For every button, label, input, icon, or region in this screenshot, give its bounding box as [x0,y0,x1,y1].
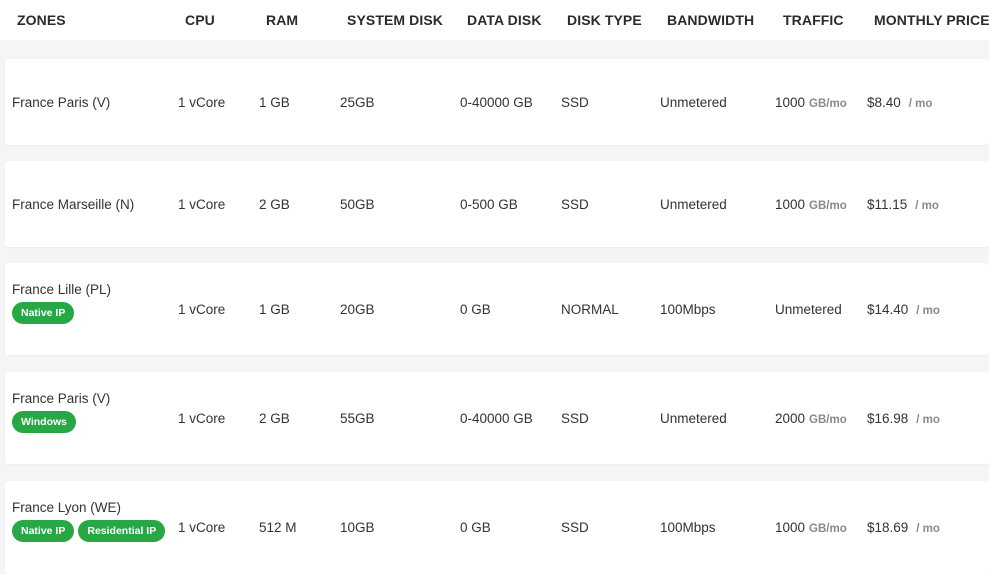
data-disk-cell: 0 GB [460,302,491,317]
ram-cell: 1 GB [259,302,290,317]
cpu-cell: 1 vCore [178,197,226,212]
header-bandwidth: BANDWIDTH [667,12,755,28]
badge-group: Native IP Residential IP [12,520,166,542]
zone-cell: France Lyon (WE) Native IP Residential I… [12,500,166,542]
traffic-value: 1000 [775,95,806,110]
residential-ip-badge: Residential IP [78,520,166,542]
ram-cell: 2 GB [259,411,290,426]
price-cell: $14.40 / mo [867,302,940,317]
traffic-value: 2000 [775,411,806,426]
header-monthly-price: MONTHLY PRICE [874,12,989,28]
native-ip-badge: Native IP [12,520,75,542]
header-system-disk: SYSTEM DISK [347,12,444,28]
traffic-cell: 1000 GB/mo [775,95,847,110]
price-value: $16.98 [867,411,909,426]
price-cell: $11.15 / mo [867,197,939,212]
system-disk-cell: 55GB [340,411,375,426]
zone-cell: France Lille (PL) Native IP [12,282,111,324]
disk-type-cell: SSD [561,95,589,110]
disk-type-cell: NORMAL [561,302,619,317]
price-value: $11.15 [867,197,908,212]
zone-name: France Paris (V) [12,95,111,110]
traffic-value: 1000 [775,520,806,535]
price-value: $14.40 [867,302,909,317]
windows-badge: Windows [12,411,76,433]
traffic-value: 1000 [775,197,806,212]
traffic-unit: GB/mo [809,523,847,535]
table-row[interactable]: France Marseille (N) 1 vCore 2 GB 50GB 0… [5,161,989,247]
table-row[interactable]: France Paris (V) 1 vCore 1 GB 25GB 0-400… [5,59,989,145]
zone-name: France Lyon (WE) [12,500,122,515]
traffic-unit: GB/mo [809,98,847,110]
price-unit: / mo [908,98,933,110]
system-disk-cell: 25GB [340,95,375,110]
bandwidth-cell: 100Mbps [660,302,716,317]
zone-name: France Marseille (N) [12,197,135,212]
traffic-cell: 1000 GB/mo [775,520,847,535]
cpu-cell: 1 vCore [178,520,226,535]
system-disk-cell: 20GB [340,302,375,317]
ram-cell: 2 GB [259,197,290,212]
system-disk-cell: 10GB [340,520,375,535]
traffic-cell: Unmetered [775,302,842,317]
data-disk-cell: 0-40000 GB [460,95,533,110]
disk-type-cell: SSD [561,411,589,426]
data-disk-cell: 0-500 GB [460,197,518,212]
price-cell: $8.40 / mo [867,95,932,110]
price-cell: $16.98 / mo [867,411,940,426]
traffic-cell: 1000 GB/mo [775,197,847,212]
zone-name: France Paris (V) [12,391,111,406]
zone-cell: France Paris (V) [12,95,110,110]
native-ip-badge: Native IP [12,302,75,324]
bandwidth-cell: Unmetered [660,411,727,426]
price-unit: / mo [915,200,939,212]
price-cell: $18.69 / mo [867,520,940,535]
price-value: $8.40 [867,95,901,110]
price-unit: / mo [916,523,940,535]
disk-type-cell: SSD [561,520,589,535]
ram-cell: 512 M [259,520,297,535]
header-zones: ZONES [17,12,66,28]
table-row[interactable]: France Lille (PL) Native IP 1 vCore 1 GB… [5,263,989,355]
bandwidth-cell: Unmetered [660,95,727,110]
header-cpu: CPU [185,12,215,28]
zone-cell: France Paris (V) Windows [12,391,110,433]
header-traffic: TRAFFIC [783,12,844,28]
header-ram: RAM [266,12,299,28]
cpu-cell: 1 vCore [178,95,226,110]
cpu-cell: 1 vCore [178,411,226,426]
price-value: $18.69 [867,520,909,535]
zone-cell: France Marseille (N) [12,197,134,212]
header-disk-type: DISK TYPE [567,12,642,28]
table-row[interactable]: France Paris (V) Windows 1 vCore 2 GB 55… [5,372,989,464]
zone-name: France Lille (PL) [12,282,112,297]
bandwidth-cell: Unmetered [660,197,727,212]
badge-group: Native IP [12,302,111,324]
price-unit: / mo [916,414,940,426]
traffic-value: Unmetered [775,302,842,317]
traffic-cell: 2000 GB/mo [775,411,847,426]
table-row[interactable]: France Lyon (WE) Native IP Residential I… [5,481,989,574]
system-disk-cell: 50GB [340,197,375,212]
traffic-unit: GB/mo [809,200,847,212]
bandwidth-cell: 100Mbps [660,520,716,535]
data-disk-cell: 0-40000 GB [460,411,533,426]
data-disk-cell: 0 GB [460,520,491,535]
price-unit: / mo [916,305,940,317]
badge-group: Windows [12,411,110,433]
table-header: ZONES CPU RAM SYSTEM DISK DATA DISK DISK… [0,0,989,40]
traffic-unit: GB/mo [809,414,847,426]
header-data-disk: DATA DISK [467,12,542,28]
disk-type-cell: SSD [561,197,589,212]
ram-cell: 1 GB [259,95,290,110]
cpu-cell: 1 vCore [178,302,226,317]
